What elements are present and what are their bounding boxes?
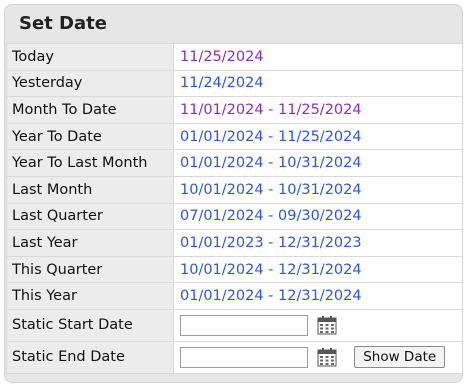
calendar-icon[interactable] [317,315,337,335]
preset-row: This Quarter 10/01/2024 - 12/31/2024 [6,255,462,284]
preset-date-link[interactable]: 11/25/2024 [180,49,264,65]
preset-row: Last Year 01/01/2023 - 12/31/2023 [6,229,462,257]
preset-label: This Quarter [6,255,174,284]
preset-date-link[interactable]: 11/24/2024 [180,75,264,91]
show-date-button[interactable]: Show Date [354,346,446,369]
static-end-row: Static End Date Show Date [6,340,462,374]
preset-date-link[interactable]: 11/01/2024 - 11/25/2024 [180,102,362,118]
static-start-date-input[interactable] [180,314,308,336]
calendar-icon[interactable] [317,347,337,367]
set-date-panel: Set Date Today 11/25/2024 Yesterday 11/24/2… [4,4,463,383]
preset-date-link[interactable]: 10/01/2024 - 10/31/2024 [180,182,362,198]
preset-label: Last Quarter [6,202,174,231]
preset-label: Today [6,43,174,71]
panel-title: Set Date [19,13,107,34]
static-end-date-input[interactable] [180,346,308,368]
preset-row: Today 11/25/2024 [6,43,462,71]
preset-label: Month To Date [6,96,174,124]
preset-label: Year To Date [6,122,174,151]
preset-row: Yesterday 11/24/2024 [6,69,462,98]
preset-row: This Year 01/01/2024 - 12/31/2024 [6,282,462,310]
preset-label: Last Month [6,175,174,204]
preset-row: Last Quarter 07/01/2024 - 09/30/2024 [6,202,462,231]
preset-row: Year To Date 01/01/2024 - 11/25/2024 [6,122,462,151]
date-presets-table: Today 11/25/2024 Yesterday 11/24/2024 Month … [6,43,462,374]
preset-label: Year To Last Month [6,149,174,177]
preset-row: Year To Last Month 01/01/2024 - 10/31/202… [6,149,462,177]
static-end-label: Static End Date [6,340,174,374]
preset-date-link[interactable]: 01/01/2024 - 12/31/2024 [180,288,362,304]
preset-date-link[interactable]: 01/01/2024 - 10/31/2024 [180,155,362,171]
static-start-row: Static Start Date [6,308,462,342]
preset-date-link[interactable]: 01/01/2024 - 11/25/2024 [180,129,362,145]
preset-row: Month To Date 11/01/2024 - 11/25/2024 [6,96,462,124]
preset-label: This Year [6,282,174,310]
preset-label: Last Year [6,229,174,257]
preset-date-link[interactable]: 10/01/2024 - 12/31/2024 [180,262,362,278]
preset-date-link[interactable]: 07/01/2024 - 09/30/2024 [180,208,362,224]
preset-date-link[interactable]: 01/01/2023 - 12/31/2023 [180,235,362,251]
static-start-label: Static Start Date [6,308,174,342]
preset-label: Yesterday [6,69,174,98]
preset-row: Last Month 10/01/2024 - 10/31/2024 [6,175,462,204]
